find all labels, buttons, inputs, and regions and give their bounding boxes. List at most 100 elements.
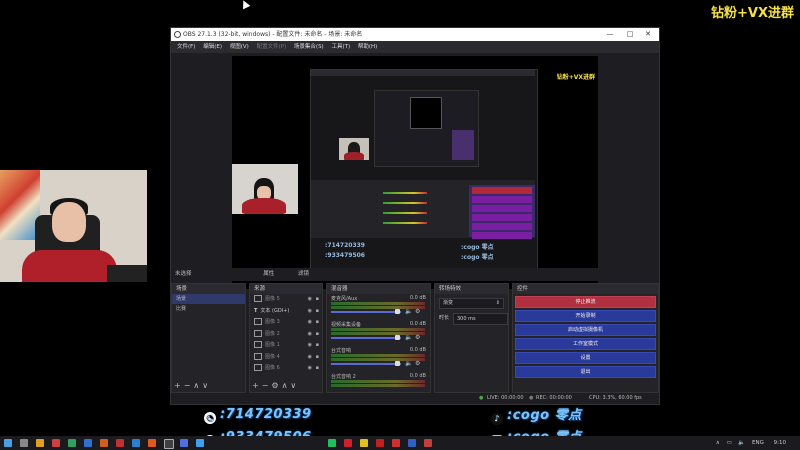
source-item[interactable]: 图像 3 ◉ ▪ (250, 317, 322, 329)
scene-toolbar[interactable]: +−∧∨ (174, 381, 211, 390)
nested-webcam (339, 138, 369, 160)
eye-icon[interactable]: ◉ (308, 294, 312, 306)
mixer-channel: 台式音响 0.0 dB 🔈 ⚙ (331, 347, 426, 367)
eye-icon[interactable]: ◉ (308, 317, 312, 329)
app-icon[interactable] (148, 439, 156, 447)
duration-row: 时长 300 ms (439, 313, 508, 325)
scene-item[interactable]: 场景 (172, 294, 245, 304)
close-button[interactable]: ✕ (639, 28, 657, 41)
speaker-icon[interactable]: 🔈 (405, 334, 412, 341)
eye-icon[interactable]: ◉ (308, 306, 312, 318)
minimize-button[interactable]: — (601, 28, 619, 41)
menu-help[interactable]: 帮助(H) (358, 44, 377, 50)
source-item[interactable]: T 文本 (GDI+) ◉ ▪ (250, 306, 322, 318)
obs-window: OBS 27.1.3 (32-bit, windows) - 配置文件: 未命名… (170, 27, 660, 405)
start-icon[interactable] (4, 439, 12, 447)
system-tray: ∧ ▭ 🔈 ENG 9:10 (716, 436, 786, 450)
taskbar: ∧ ▭ 🔈 ENG 9:10 (0, 436, 800, 450)
source-item[interactable]: 图像 4 ◉ ▪ (250, 352, 322, 364)
app-icon[interactable] (376, 439, 384, 447)
app-icon[interactable] (100, 439, 108, 447)
lock-icon[interactable]: ▪ (316, 329, 319, 341)
search-icon[interactable] (20, 439, 28, 447)
eye-icon[interactable]: ◉ (308, 363, 312, 375)
mixer-channel: 麦克风/Aux 0.0 dB 🔈 ⚙ (331, 295, 426, 315)
start-recording-button[interactable]: 开始录制 (515, 310, 656, 322)
gear-icon[interactable]: ⚙ (415, 308, 420, 315)
image-icon (254, 364, 262, 371)
lock-icon[interactable]: ▪ (316, 317, 319, 329)
app-icon[interactable] (344, 439, 352, 447)
menu-file[interactable]: 文件(F) (177, 44, 195, 50)
start-virtual-camera-button[interactable]: 启动虚拟摄像机 (515, 324, 656, 336)
menu-view[interactable]: 视图(V) (230, 44, 249, 50)
app-icon[interactable] (84, 439, 92, 447)
gear-icon[interactable]: ⚙ (415, 334, 420, 341)
app-icon[interactable] (52, 439, 60, 447)
eye-icon[interactable]: ◉ (308, 340, 312, 352)
lock-icon[interactable]: ▪ (316, 306, 319, 318)
eye-icon[interactable]: ◉ (308, 352, 312, 364)
explorer-icon[interactable] (36, 439, 44, 447)
volume-slider[interactable] (331, 311, 401, 313)
clock[interactable]: 9:10 (774, 440, 786, 446)
volume-icon[interactable]: 🔈 (738, 440, 745, 446)
app-icon[interactable] (180, 439, 188, 447)
nested-obs-capture: 钻粉+VX进群 :714720339 :933479506 :cogo 零点 :… (310, 69, 595, 271)
wechat-icon[interactable] (328, 439, 336, 447)
studio-mode-button[interactable]: 工作室模式 (515, 338, 656, 350)
app-icon[interactable] (408, 439, 416, 447)
speaker-icon[interactable]: 🔈 (405, 360, 412, 367)
source-item[interactable]: 图像 5 ◉ ▪ (250, 294, 322, 306)
eye-icon[interactable]: ◉ (308, 329, 312, 341)
duration-input[interactable]: 300 ms (453, 313, 508, 325)
gear-icon[interactable]: ⚙ (415, 360, 420, 367)
source-item[interactable]: 图像 6 ◉ ▪ (250, 363, 322, 375)
source-toolbar[interactable]: +−⚙∧∨ (252, 381, 299, 390)
lock-icon[interactable]: ▪ (316, 363, 319, 375)
app-icon[interactable] (196, 439, 204, 447)
menu-scene-collection[interactable]: 场景集合(S) (294, 44, 324, 50)
speaker-icon[interactable]: 🔈 (405, 308, 412, 315)
sources-dock: 来源 图像 5 ◉ ▪ T 文本 (GDI+) ◉ ▪ 图像 3 ◉ ▪ 图像 2 ◉ ▪ 图像 … (249, 283, 323, 393)
menu-tools[interactable]: 工具(T) (331, 44, 350, 50)
mixer-title: 混音器 (327, 284, 430, 294)
app-icon[interactable] (132, 439, 140, 447)
image-icon (254, 341, 262, 348)
settings-button[interactable]: 设置 (515, 352, 656, 364)
app-icon[interactable] (360, 439, 368, 447)
volume-slider[interactable] (331, 337, 401, 339)
app-icon[interactable] (116, 439, 124, 447)
app-icon[interactable] (392, 439, 400, 447)
app-icon[interactable] (424, 439, 432, 447)
menu-bar: 文件(F) 编辑(E) 视图(V) 配置文件(P) 场景集合(S) 工具(T) … (171, 41, 659, 53)
live-dot-icon: ● (479, 395, 484, 401)
mouse-cursor (239, 0, 251, 10)
network-icon[interactable]: ▭ (726, 440, 731, 446)
mixer-channel: 视频采集设备 0.0 dB 🔈 ⚙ (331, 321, 426, 341)
exit-button[interactable]: 退出 (515, 366, 656, 378)
source-item[interactable]: 图像 1 ◉ ▪ (250, 340, 322, 352)
nested-qq-1: :714720339 (325, 242, 365, 249)
scenes-title: 场景 (172, 284, 245, 294)
language-indicator[interactable]: ENG (752, 440, 764, 446)
qq-icon: ◔ (204, 412, 216, 424)
menu-edit[interactable]: 编辑(E) (203, 44, 222, 50)
transition-select[interactable]: 渐变 ⇕ (439, 298, 504, 309)
volume-slider[interactable] (331, 363, 401, 365)
lock-icon[interactable]: ▪ (316, 352, 319, 364)
properties-button[interactable]: 属性 (263, 271, 274, 277)
preview-canvas[interactable]: 钻粉+VX进群 :714720339 :933479506 :cogo 零点 :… (232, 56, 598, 289)
tiktok-line: ♪:cogo 零点 (491, 404, 582, 425)
app-icon[interactable] (68, 439, 76, 447)
lock-icon[interactable]: ▪ (316, 294, 319, 306)
lock-icon[interactable]: ▪ (316, 340, 319, 352)
obs-taskbar-icon[interactable] (164, 439, 174, 449)
scene-item[interactable]: 比赛 (172, 304, 245, 314)
filters-button[interactable]: 滤镜 (298, 271, 309, 277)
menu-profile[interactable]: 配置文件(P) (257, 44, 287, 50)
tray-up-icon[interactable]: ∧ (716, 440, 720, 446)
maximize-button[interactable]: □ (621, 28, 639, 41)
stop-streaming-button[interactable]: 停止推流 (515, 296, 656, 308)
source-item[interactable]: 图像 2 ◉ ▪ (250, 329, 322, 341)
